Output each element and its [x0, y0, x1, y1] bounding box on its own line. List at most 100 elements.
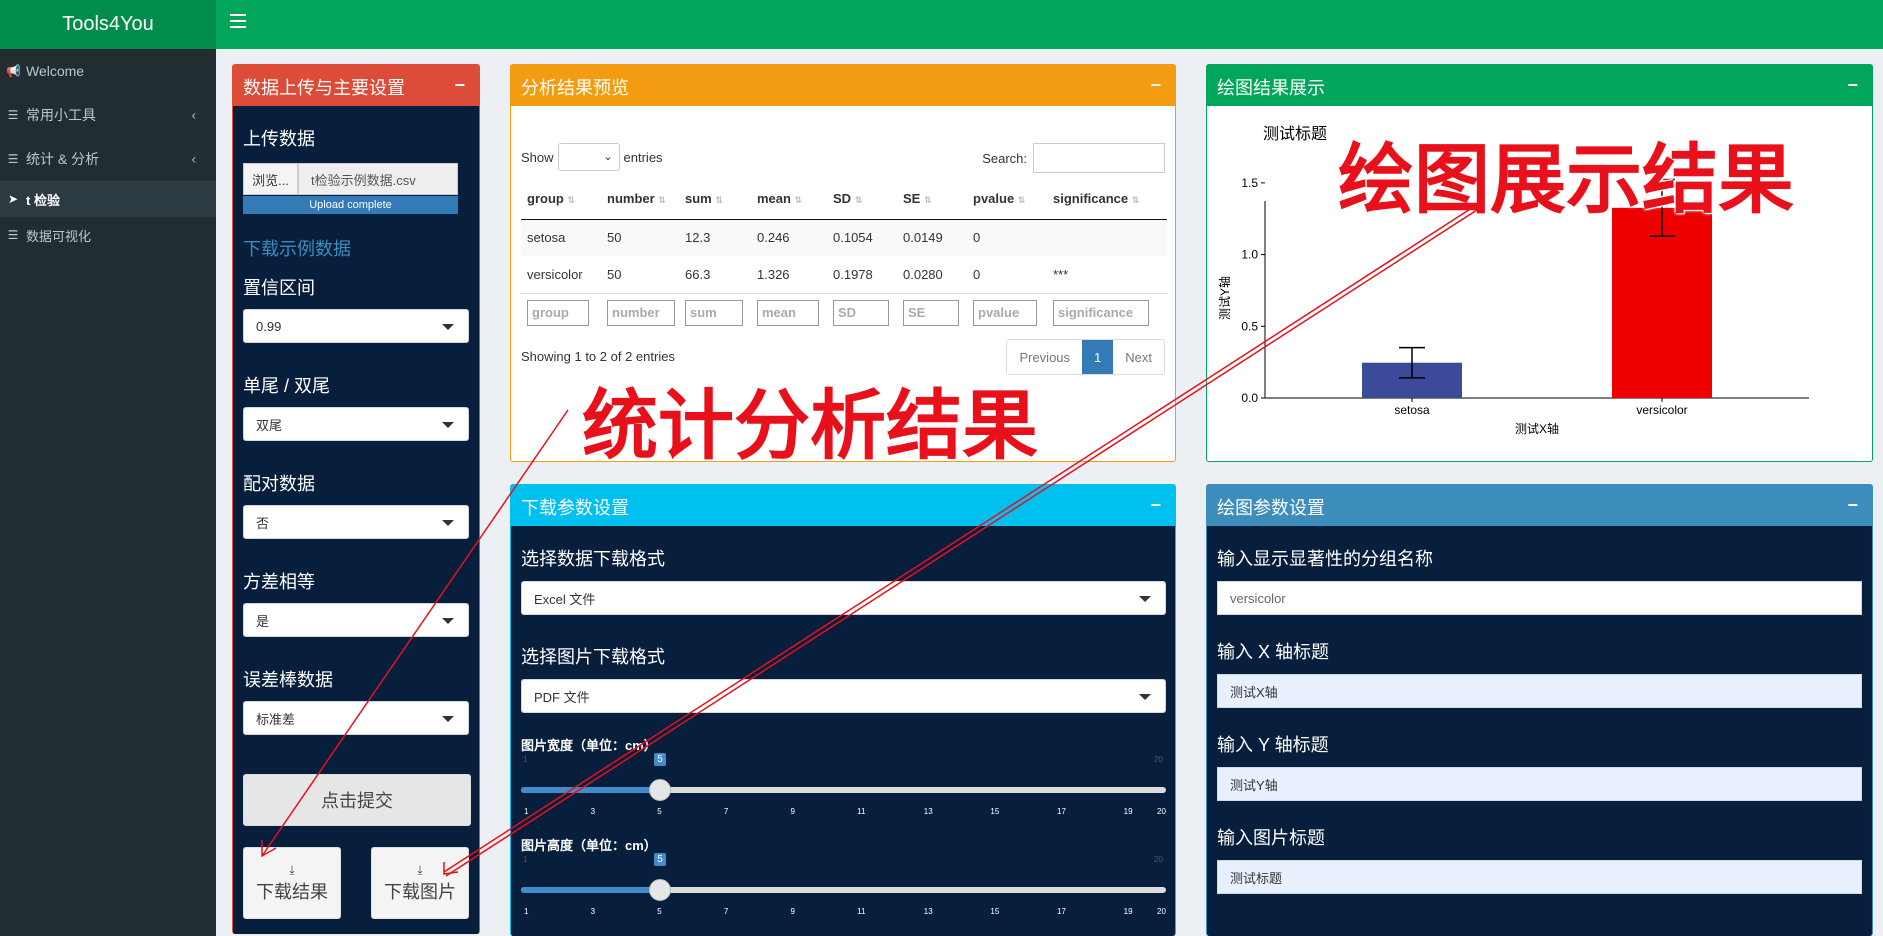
upload-progress-fill: Upload complete [243, 196, 458, 214]
column-header[interactable]: group ⇅ [521, 179, 601, 219]
collapse-icon[interactable]: − [454, 75, 465, 96]
column-header[interactable]: SD ⇅ [827, 179, 897, 219]
slider-handle[interactable] [649, 779, 672, 801]
sidebar-item-tools[interactable]: ☰ 常用小工具 ‹ [0, 93, 216, 137]
paired-label: 配对数据 [243, 474, 315, 494]
panel-title: 绘图结果展示 [1217, 77, 1325, 98]
errorbar-select[interactable]: 标准差 [243, 701, 469, 735]
filter-input[interactable]: significance [1053, 300, 1149, 327]
column-header[interactable]: SE ⇅ [897, 179, 967, 219]
sig-group-input[interactable]: versicolor [1217, 581, 1862, 615]
slider-tick-label: 19 [1123, 907, 1133, 916]
show-label: Show [521, 149, 554, 165]
collapse-icon[interactable]: − [1847, 495, 1858, 516]
slider-tick-label: 3 [590, 807, 596, 816]
download-example-link[interactable]: 下载示例数据 [243, 235, 351, 261]
bar-chart: 测试标题 0.0 0.5 1.0 1.5 测试Y轴测试X轴 setosa versicolor… [1217, 124, 1809, 436]
y-tick-label: 1.0 [1241, 248, 1258, 262]
column-header[interactable]: significance ⇅ [1047, 179, 1167, 219]
slider-tick-label: 17 [1057, 807, 1066, 816]
list-icon: ☰ [7, 152, 19, 166]
collapse-icon[interactable]: − [1150, 75, 1161, 96]
caret-down-icon [442, 520, 454, 526]
width-label: 图片宽度（单位：cm） [521, 738, 657, 753]
slider-max-label: 20 [1154, 855, 1163, 864]
filter-input[interactable]: pvalue [973, 300, 1037, 327]
table-row[interactable]: setosa 50 12.3 0.246 0.1054 0.0149 0 [521, 219, 1167, 256]
image-format-select[interactable]: PDF 文件 [521, 679, 1166, 713]
search-control: Search: [982, 143, 1165, 173]
table-info: Showing 1 to 2 of 2 entries [521, 349, 675, 364]
browse-button[interactable]: 浏览... [243, 163, 298, 195]
results-table: group ⇅ number ⇅ sum ⇅ mean ⇅ SD ⇅ SE ⇅ … [521, 179, 1167, 333]
filter-input[interactable]: sum [685, 300, 743, 327]
y-tick-label: 1.5 [1241, 176, 1258, 190]
column-header[interactable]: mean ⇅ [751, 179, 827, 219]
download-params-panel: 下载参数设置 − 选择数据下载格式 Excel 文件 选择图片下载格式 PDF … [510, 484, 1176, 936]
variance-select[interactable]: 是 [243, 603, 469, 637]
filter-input[interactable]: number [607, 300, 675, 327]
x-axis-label: 测试X轴 [1515, 421, 1559, 436]
upload-label: 上传数据 [243, 129, 315, 149]
collapse-icon[interactable]: − [1150, 495, 1161, 516]
sidebar-item-visualization[interactable]: ☰ 数据可视化 [0, 217, 216, 253]
x-title-input[interactable]: 测试X轴 [1217, 674, 1862, 708]
download-plot-button[interactable]: ⤓ 下载图片 [371, 847, 469, 919]
collapse-icon[interactable]: − [1847, 75, 1858, 96]
panel-title: 下载参数设置 [521, 497, 629, 518]
panel-title: 分析结果预览 [521, 77, 629, 98]
plot-params-panel: 绘图参数设置 − 输入显示显著性的分组名称 versicolor 输入 X 轴标… [1206, 484, 1873, 936]
prev-page-button[interactable]: Previous [1007, 340, 1082, 374]
column-header[interactable]: number ⇅ [601, 179, 679, 219]
download-icon: ⤓ [289, 862, 295, 877]
data-format-value: Excel 文件 [534, 591, 596, 607]
sidebar-item-welcome[interactable]: 📢 Welcome [0, 49, 216, 93]
page-1-button[interactable]: 1 [1082, 340, 1114, 374]
slider-tick-label: 17 [1057, 907, 1066, 916]
filter-input[interactable]: SD [833, 300, 889, 327]
sort-icon: ⇅ [658, 195, 666, 206]
data-format-select[interactable]: Excel 文件 [521, 581, 1166, 615]
filter-input[interactable]: SE [903, 300, 959, 327]
list-icon: ☰ [7, 108, 19, 122]
slider-fill [521, 787, 661, 793]
slider-handle[interactable] [649, 879, 672, 901]
x-title-label: 输入 X 轴标题 [1217, 642, 1330, 662]
sidebar-item-stats[interactable]: ☰ 统计 & 分析 ‹ [0, 137, 216, 181]
filter-input[interactable]: group [527, 300, 589, 327]
slider-tick-label: 11 [857, 807, 866, 816]
column-header[interactable]: sum ⇅ [679, 179, 751, 219]
slider-tick-label: 9 [790, 907, 795, 916]
caret-down-icon [1139, 694, 1151, 700]
sort-icon: ⇅ [715, 195, 723, 206]
sidebar-item-ttest[interactable]: ➤ t 检验 [0, 181, 216, 217]
chevron-down-icon: ⌄ [603, 151, 613, 163]
submit-button[interactable]: 点击提交 [243, 774, 471, 826]
tail-value: 双尾 [256, 417, 283, 433]
y-axis-label: 测试Y轴 [1217, 276, 1232, 320]
width-slider[interactable]: 5 1 20 1 3 5 7 9 11 13 15 17 19 20 [521, 753, 1166, 816]
table-row[interactable]: versicolor 50 66.3 1.326 0.1978 0.0280 0 *** [521, 256, 1167, 293]
plot-title-input[interactable]: 测试标题 [1217, 860, 1862, 894]
entries-select[interactable]: ⌄ [557, 143, 620, 171]
sidebar-toggle-icon[interactable] [230, 14, 246, 28]
height-slider[interactable]: 5 1 20 1 3 5 7 9 11 13 15 17 19 20 [521, 853, 1166, 916]
x-tick-label: versicolor [1636, 403, 1687, 417]
paired-select[interactable]: 否 [243, 505, 469, 539]
ci-select[interactable]: 0.99 [243, 309, 469, 343]
slider-fill [521, 887, 661, 893]
slider-tick-label: 7 [723, 807, 729, 816]
tail-select[interactable]: 双尾 [243, 407, 469, 441]
brand-logo[interactable]: Tools4You [0, 0, 216, 49]
search-input[interactable] [1033, 143, 1165, 173]
download-result-button[interactable]: ⤓ 下载结果 [243, 847, 341, 919]
column-header[interactable]: pvalue ⇅ [967, 179, 1047, 219]
image-format-value: PDF 文件 [534, 689, 590, 705]
filter-input[interactable]: mean [757, 300, 819, 327]
slider-value-tip: 5 [654, 853, 666, 866]
file-name-field[interactable]: t检验示例数据.csv [298, 163, 458, 195]
sort-icon: ⇅ [794, 195, 803, 206]
y-title-input[interactable]: 测试Y轴 [1217, 767, 1862, 801]
panel-title: 数据上传与主要设置 [243, 77, 405, 98]
next-page-button[interactable]: Next [1113, 340, 1164, 374]
